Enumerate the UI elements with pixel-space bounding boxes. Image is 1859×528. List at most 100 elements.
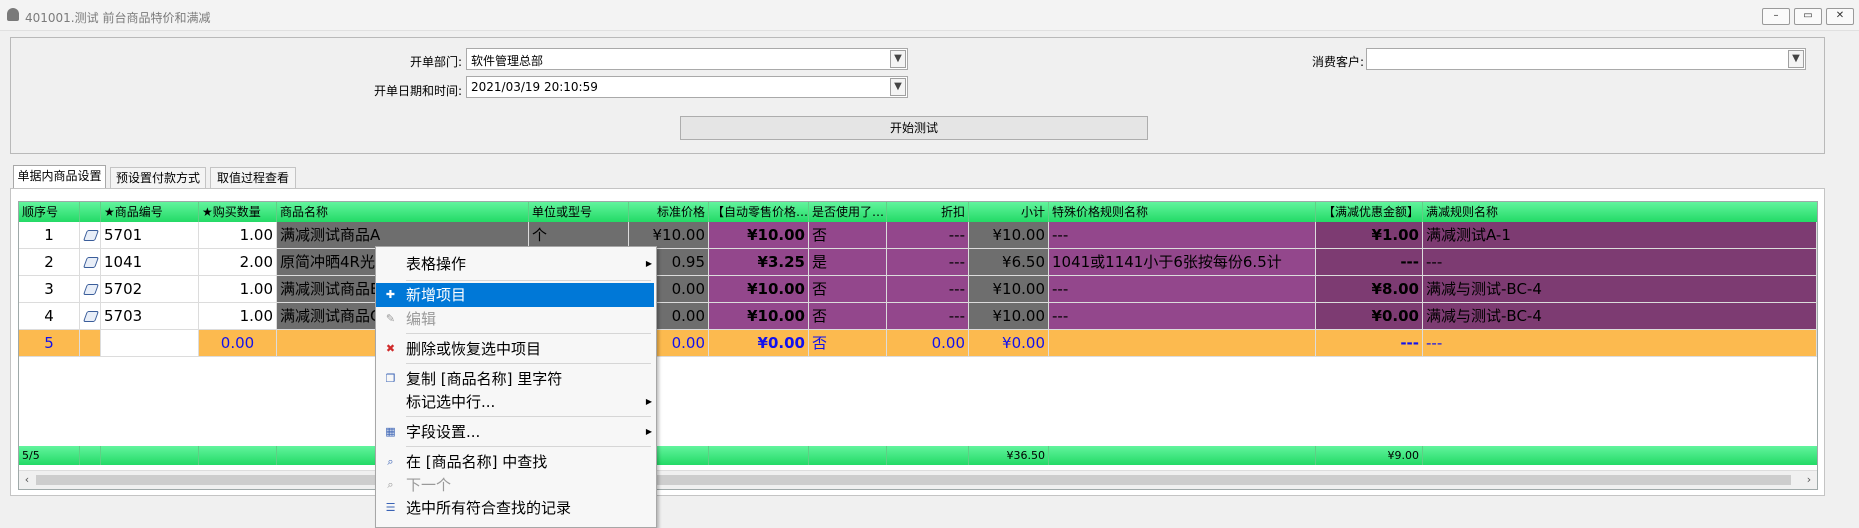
- horizontal-scrollbar[interactable]: ‹ ›: [19, 470, 1817, 489]
- cell-auto-price[interactable]: ¥0.00: [709, 330, 809, 357]
- maximize-button[interactable]: ▭: [1794, 8, 1822, 25]
- menu-item-select-all-found[interactable]: ☰ 选中所有符合查找的记录: [376, 496, 654, 520]
- menu-item-table-ops[interactable]: 表格操作 ▶: [376, 252, 654, 276]
- table-row[interactable]: 4 5703 1.00 满减测试商品C 0.00 ¥10.00 否 --- ¥1…: [19, 303, 1817, 330]
- cell-mj-name[interactable]: 满减与测试-BC-4: [1423, 276, 1817, 303]
- cell-qty[interactable]: 2.00: [199, 249, 277, 276]
- edit-icon[interactable]: [80, 276, 101, 303]
- cell-seq[interactable]: 5: [19, 330, 80, 357]
- cell-subtotal[interactable]: ¥0.00: [969, 330, 1049, 357]
- scroll-left-icon[interactable]: ‹: [20, 472, 34, 488]
- cell-mj-amount[interactable]: ¥1.00: [1316, 222, 1423, 249]
- col-header-mj-name[interactable]: 满减规则名称: [1423, 202, 1817, 222]
- cell-code[interactable]: [101, 330, 199, 357]
- col-header-subtotal[interactable]: 小计: [969, 202, 1049, 222]
- menu-item-field-settings[interactable]: ▦ 字段设置... ▶: [376, 420, 654, 444]
- cell-subtotal[interactable]: ¥6.50: [969, 249, 1049, 276]
- cell-subtotal[interactable]: ¥10.00: [969, 276, 1049, 303]
- cell-subtotal[interactable]: ¥10.00: [969, 303, 1049, 330]
- cell-used[interactable]: 否: [809, 303, 887, 330]
- col-header-qty[interactable]: ★购买数量: [199, 202, 277, 222]
- col-header-discount[interactable]: 折扣: [887, 202, 969, 222]
- cell-used[interactable]: 否: [809, 222, 887, 249]
- cell-used[interactable]: 是: [809, 249, 887, 276]
- col-header-edit[interactable]: [80, 202, 101, 222]
- col-header-special-rule[interactable]: 特殊价格规则名称: [1049, 202, 1316, 222]
- col-header-auto-price[interactable]: 【自动零售价格…: [709, 202, 809, 222]
- cell-qty[interactable]: 0.00: [199, 330, 277, 357]
- cell-discount[interactable]: ---: [887, 249, 969, 276]
- cell-mj-name[interactable]: ---: [1423, 330, 1817, 357]
- menu-item-mark-rows[interactable]: 标记选中行... ▶: [376, 390, 654, 414]
- cell-mj-name[interactable]: 满减测试A-1: [1423, 222, 1817, 249]
- cell-special-rule[interactable]: 1041或1141小于6张按每份6.5计: [1049, 249, 1316, 276]
- cell-code[interactable]: 5701: [101, 222, 199, 249]
- col-header-unit[interactable]: 单位或型号: [529, 202, 629, 222]
- cell-discount[interactable]: 0.00: [887, 330, 969, 357]
- table-row[interactable]: 2 1041 2.00 原简冲晒4R光面 0.95 ¥3.25 是 --- ¥6…: [19, 249, 1817, 276]
- cell-discount[interactable]: ---: [887, 276, 969, 303]
- cell-mj-amount[interactable]: ¥0.00: [1316, 303, 1423, 330]
- chevron-down-icon[interactable]: ▼: [890, 78, 906, 96]
- menu-item-edit[interactable]: ✎ 编辑: [376, 307, 654, 331]
- cell-mj-name[interactable]: 满减与测试-BC-4: [1423, 303, 1817, 330]
- cell-qty[interactable]: 1.00: [199, 303, 277, 330]
- menu-item-find-next[interactable]: ⌕ 下一个: [376, 473, 654, 497]
- edit-icon[interactable]: [80, 222, 101, 249]
- minimize-button[interactable]: –: [1762, 8, 1790, 25]
- edit-icon[interactable]: [80, 249, 101, 276]
- col-header-used[interactable]: 是否使用了…: [809, 202, 887, 222]
- cell-mj-name[interactable]: ---: [1423, 249, 1817, 276]
- cell-code[interactable]: 5702: [101, 276, 199, 303]
- cell-mj-amount[interactable]: ¥8.00: [1316, 276, 1423, 303]
- chevron-down-icon[interactable]: ▼: [890, 50, 906, 68]
- cell-discount[interactable]: ---: [887, 222, 969, 249]
- tab-process[interactable]: 取值过程查看: [210, 167, 296, 188]
- start-test-button[interactable]: 开始测试: [680, 116, 1148, 140]
- cell-used[interactable]: 否: [809, 330, 887, 357]
- edit-icon[interactable]: [80, 303, 101, 330]
- cell-special-rule[interactable]: ---: [1049, 276, 1316, 303]
- cell-special-rule[interactable]: ---: [1049, 222, 1316, 249]
- cell-mj-amount[interactable]: ---: [1316, 249, 1423, 276]
- cell-used[interactable]: 否: [809, 276, 887, 303]
- cell-auto-price[interactable]: ¥3.25: [709, 249, 809, 276]
- cell-auto-price[interactable]: ¥10.00: [709, 276, 809, 303]
- cell-seq[interactable]: 1: [19, 222, 80, 249]
- cell-seq[interactable]: 3: [19, 276, 80, 303]
- col-header-name[interactable]: 商品名称: [277, 202, 529, 222]
- menu-item-find[interactable]: ⌕ 在 [商品名称] 中查找: [376, 450, 654, 474]
- cell-auto-price[interactable]: ¥10.00: [709, 222, 809, 249]
- cell-std-price[interactable]: ¥10.00: [629, 222, 709, 249]
- tab-payment[interactable]: 预设置付款方式: [110, 167, 206, 188]
- cell-subtotal[interactable]: ¥10.00: [969, 222, 1049, 249]
- chevron-down-icon[interactable]: ▼: [1788, 50, 1804, 68]
- table-row[interactable]: 1 5701 1.00 满减测试商品A 个 ¥10.00 ¥10.00 否 --…: [19, 222, 1817, 249]
- menu-item-copy[interactable]: ❐ 复制 [商品名称] 里字符: [376, 367, 654, 391]
- cell-discount[interactable]: ---: [887, 303, 969, 330]
- cell-seq[interactable]: 4: [19, 303, 80, 330]
- table-row[interactable]: 3 5702 1.00 满减测试商品B 0.00 ¥10.00 否 --- ¥1…: [19, 276, 1817, 303]
- close-button[interactable]: ✕: [1826, 8, 1854, 25]
- tab-items[interactable]: 单据内商品设置: [13, 165, 106, 188]
- cell-special-rule[interactable]: [1049, 330, 1316, 357]
- scroll-thumb[interactable]: [36, 475, 1791, 485]
- cell-qty[interactable]: 1.00: [199, 222, 277, 249]
- cell-code[interactable]: 5703: [101, 303, 199, 330]
- cell-qty[interactable]: 1.00: [199, 276, 277, 303]
- cell-auto-price[interactable]: ¥10.00: [709, 303, 809, 330]
- col-header-code[interactable]: ★商品编号: [101, 202, 199, 222]
- menu-item-delete[interactable]: ✖ 删除或恢复选中项目: [376, 337, 654, 361]
- cell-special-rule[interactable]: ---: [1049, 303, 1316, 330]
- col-header-mj-amount[interactable]: 【满减优惠金额】: [1316, 202, 1423, 222]
- cell-mj-amount[interactable]: ---: [1316, 330, 1423, 357]
- cell-edit-empty[interactable]: [80, 330, 101, 357]
- cell-unit[interactable]: 个: [529, 222, 629, 249]
- items-grid[interactable]: 顺序号 ★商品编号 ★购买数量 商品名称 单位或型号 标准价格 【自动零售价格……: [18, 201, 1818, 490]
- menu-item-add[interactable]: ✚ 新增项目: [376, 283, 654, 307]
- table-row-new[interactable]: 5 0.00 0.00 ¥0.00 否 0.00 ¥0.00 --- ---: [19, 330, 1817, 357]
- cell-seq[interactable]: 2: [19, 249, 80, 276]
- col-header-seq[interactable]: 顺序号: [19, 202, 80, 222]
- customer-combo[interactable]: ▼: [1366, 48, 1806, 70]
- scroll-right-icon[interactable]: ›: [1802, 472, 1816, 488]
